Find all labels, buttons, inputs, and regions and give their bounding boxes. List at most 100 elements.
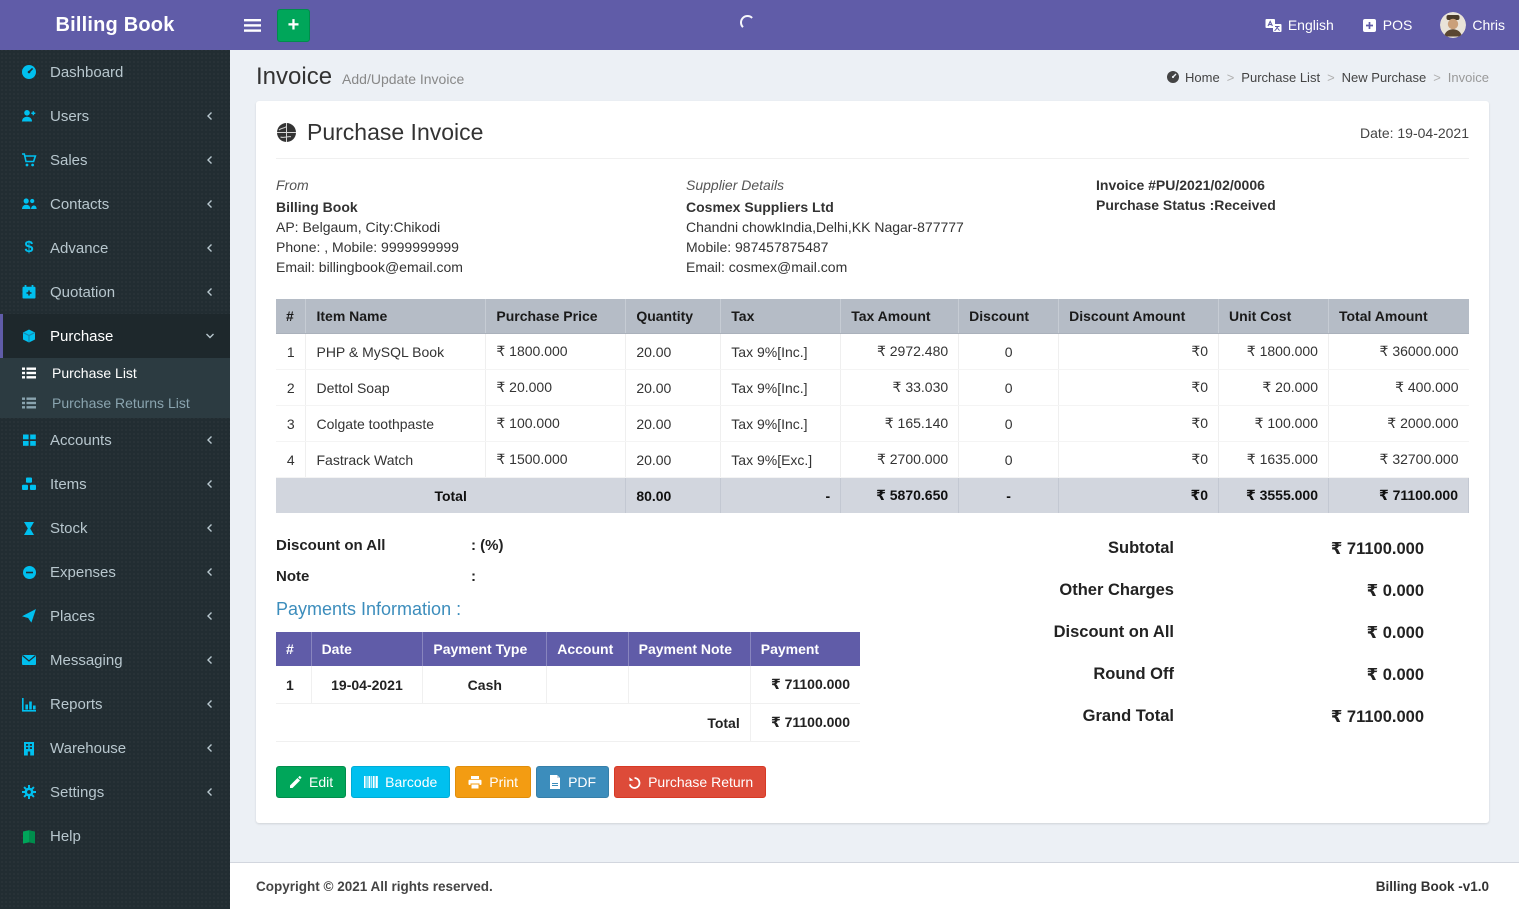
print-button[interactable]: Print — [455, 766, 532, 798]
envelope-icon — [18, 653, 40, 667]
sidebar-item-label: Quotation — [50, 283, 116, 301]
sidebar-item-label: Users — [50, 107, 90, 125]
sidebar-item-warehouse[interactable]: Warehouse — [0, 726, 230, 770]
sidebar-item-label: Warehouse — [50, 739, 127, 757]
table-row: 4 Fastrack Watch ₹ 1500.000 20.00 Tax 9%… — [276, 441, 1469, 478]
from-email: Email: billingbook@email.com — [276, 259, 463, 275]
quick-add-button[interactable]: + — [277, 8, 310, 42]
breadcrumb: Home > Purchase List > New Purchase > In… — [1166, 70, 1489, 85]
plus-square-icon — [1362, 18, 1377, 33]
language-icon — [1265, 18, 1282, 33]
sidebar-item-label: Dashboard — [50, 63, 124, 81]
sidebar-item-users[interactable]: Users — [0, 94, 230, 138]
sidebar-item-help[interactable]: Help — [0, 814, 230, 858]
bar-chart-icon — [18, 697, 40, 712]
hourglass-icon — [18, 521, 40, 536]
paper-plane-icon — [18, 608, 40, 624]
sidebar-item-stock[interactable]: Stock — [0, 506, 230, 550]
supplier-label: Supplier Details — [686, 177, 785, 193]
sidebar-item-label: Places — [50, 607, 96, 625]
sidebar-item-settings[interactable]: Settings — [0, 770, 230, 814]
pdf-button[interactable]: PDF — [536, 766, 610, 798]
sidebar-item-dashboard[interactable]: Dashboard — [0, 50, 230, 94]
gears-icon — [18, 784, 40, 800]
pos-button[interactable]: POS — [1348, 0, 1427, 50]
supplier-mobile: Mobile: 987457875487 — [686, 239, 829, 255]
col-header: Item Name — [305, 299, 487, 334]
sidebar-subitem-purchase-returns-list[interactable]: Purchase Returns List — [0, 388, 230, 418]
sidebar-item-messaging[interactable]: Messaging — [0, 638, 230, 682]
chevron-left-icon — [205, 743, 215, 753]
book-icon — [18, 829, 40, 844]
sidebar-subitem-label: Purchase Returns List — [52, 395, 190, 411]
sidebar-item-accounts[interactable]: Accounts — [0, 418, 230, 462]
user-name: Chris — [1472, 17, 1505, 33]
breadcrumb-purchase-list[interactable]: Purchase List — [1241, 70, 1320, 85]
page-title: Invoice — [256, 63, 333, 90]
note-value: : — [471, 568, 476, 585]
sidebar-item-purchase[interactable]: Purchase — [0, 314, 230, 358]
lower-section: Discount on All : (%) Note : Payments In… — [276, 537, 1469, 798]
breadcrumb-home[interactable]: Home — [1166, 70, 1220, 85]
sidebar-item-label: Accounts — [50, 431, 112, 449]
user-menu[interactable]: Chris — [1426, 0, 1519, 50]
sidebar-item-items[interactable]: Items — [0, 462, 230, 506]
cube-icon — [18, 328, 40, 344]
sidebar-item-expenses[interactable]: Expenses — [0, 550, 230, 594]
summary-row-round-off: Round Off ₹ 0.000 — [1093, 665, 1424, 684]
from-block: From Billing Book AP: Belgaum, City:Chik… — [276, 175, 686, 277]
user-plus-icon — [18, 108, 40, 124]
col-header: Discount Amount — [1058, 299, 1220, 334]
dollar-icon: $ — [24, 239, 34, 256]
sidebar-subitem-purchase-list[interactable]: Purchase List — [0, 358, 230, 388]
invoice-card: Purchase Invoice Date: 19-04-2021 From B… — [256, 101, 1489, 823]
barcode-button[interactable]: Barcode — [351, 766, 451, 798]
col-header: Tax — [720, 299, 842, 334]
invoice-card-header: Purchase Invoice Date: 19-04-2021 — [276, 119, 1469, 159]
supplier-name: Cosmex Suppliers Ltd — [686, 199, 834, 215]
building-icon — [18, 741, 40, 756]
language-menu[interactable]: English — [1251, 0, 1348, 50]
sidebar-item-reports[interactable]: Reports — [0, 682, 230, 726]
sidebar-item-places[interactable]: Places — [0, 594, 230, 638]
col-header: # — [276, 299, 307, 334]
summary-panel: Subtotal ₹ 71100.000 Other Charges ₹ 0.0… — [876, 537, 1469, 798]
chevron-left-icon — [205, 243, 215, 253]
col-header: Discount — [958, 299, 1060, 334]
note-row: Note : — [276, 568, 876, 585]
edit-button[interactable]: Edit — [276, 766, 347, 798]
sidebar-item-label: Items — [50, 475, 87, 493]
col-header: Date — [311, 632, 424, 666]
calendar-plus-icon — [18, 284, 40, 300]
breadcrumb-current: Invoice — [1447, 69, 1489, 85]
sidebar-item-quotation[interactable]: Quotation — [0, 270, 230, 314]
payments-total-row: Total ₹ 71100.000 — [276, 703, 860, 742]
sidebar-item-sales[interactable]: Sales — [0, 138, 230, 182]
chevron-left-icon — [205, 523, 215, 533]
payments-header-row: # Date Payment Type Account Payment Note… — [276, 632, 860, 666]
supplier-address: Chandni chowkIndia,Delhi,KK Nagar-877777 — [686, 219, 964, 235]
items-table: # Item Name Purchase Price Quantity Tax … — [276, 299, 1470, 513]
top-navbar: + English POS Chris — [230, 0, 1519, 50]
grid-icon — [18, 433, 40, 448]
sidebar-item-advance[interactable]: $ Advance — [0, 226, 230, 270]
invoice-heading: Purchase Invoice — [307, 119, 484, 145]
purchase-return-button[interactable]: Purchase Return — [614, 766, 767, 798]
address-row: From Billing Book AP: Belgaum, City:Chik… — [276, 175, 1469, 277]
payment-row: 1 19-04-2021 Cash ₹ 71100.000 — [276, 666, 860, 704]
breadcrumb-separator: > — [1327, 69, 1335, 85]
plus-icon: + — [287, 13, 300, 36]
avatar — [1440, 12, 1467, 38]
from-address: AP: Belgaum, City:Chikodi — [276, 219, 441, 235]
sidebar-item-contacts[interactable]: Contacts — [0, 182, 230, 226]
globe-icon — [276, 122, 297, 143]
col-header: Payment Note — [628, 632, 751, 666]
app-logo[interactable]: Billing Book — [0, 0, 230, 50]
undo-icon — [627, 776, 641, 789]
sidebar-toggle-button[interactable] — [230, 0, 275, 50]
sidebar-item-label: Expenses — [50, 563, 116, 581]
table-row: 1 PHP & MySQL Book ₹ 1800.000 20.00 Tax … — [276, 333, 1469, 370]
breadcrumb-new-purchase[interactable]: New Purchase — [1342, 70, 1427, 85]
cubes-icon — [18, 476, 40, 492]
discount-on-all-row: Discount on All : (%) — [276, 537, 876, 554]
